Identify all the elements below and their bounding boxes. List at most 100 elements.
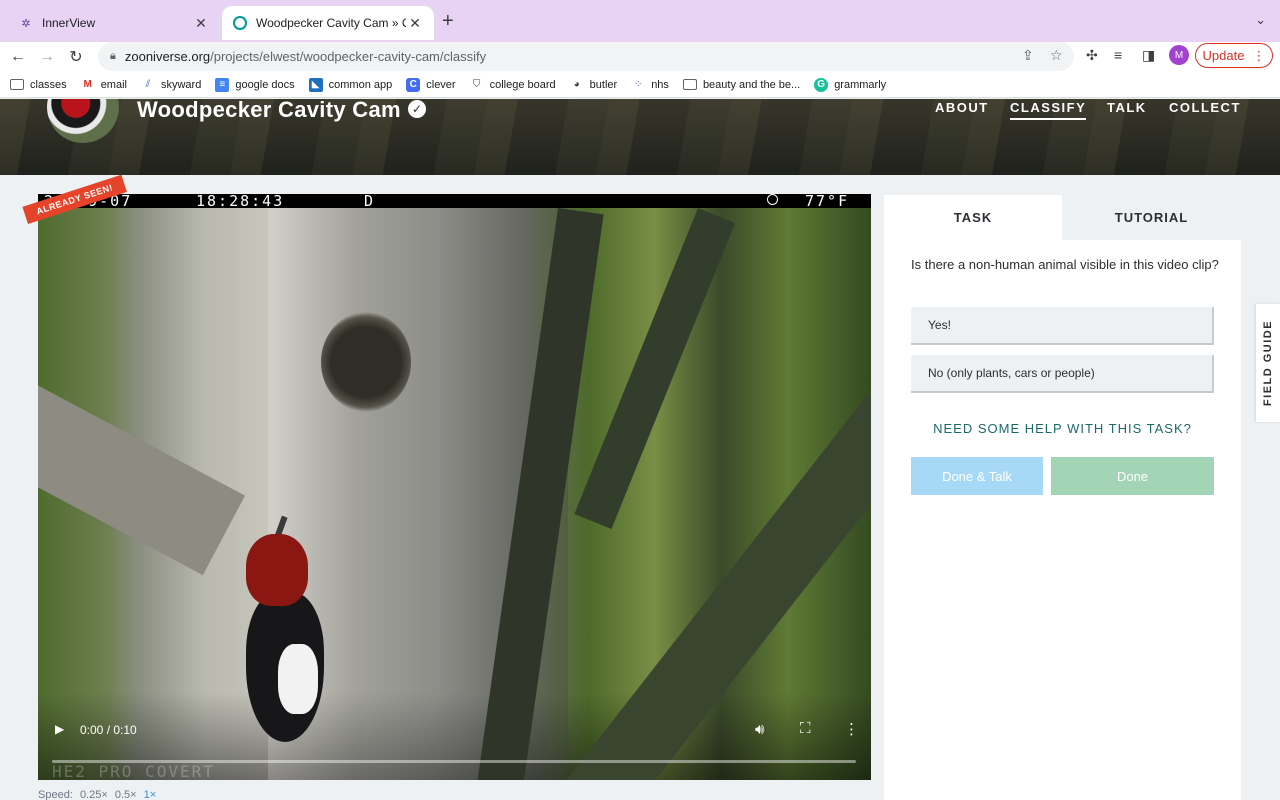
- close-tab-icon[interactable]: ✕: [192, 15, 210, 32]
- nav-classify[interactable]: CLASSIFY: [1010, 100, 1087, 120]
- bookmark-label: google docs: [235, 78, 295, 91]
- bookmark-label: college board: [489, 78, 556, 91]
- media-queue-icon[interactable]: ≡: [1114, 47, 1122, 63]
- profile-avatar[interactable]: M: [1169, 45, 1189, 65]
- bookmark-college-board[interactable]: ⛉ college board: [470, 78, 556, 92]
- video-frame: [38, 194, 871, 780]
- bookmark-label: nhs: [651, 78, 669, 91]
- task-help-link[interactable]: NEED SOME HELP WITH THIS TASK?: [884, 421, 1241, 436]
- bookmark-google-docs[interactable]: ≡ google docs: [215, 77, 295, 92]
- tab-innerview[interactable]: ✲ InnerView ✕: [8, 6, 220, 40]
- clever-icon: C: [406, 77, 421, 92]
- bookmark-classes[interactable]: classes: [10, 78, 67, 92]
- wooden-beam: [574, 208, 736, 529]
- answer-label: No (only plants, cars or people): [928, 366, 1095, 380]
- folder-icon: [682, 78, 697, 92]
- update-label: Update: [1202, 48, 1245, 63]
- bookmarks-bar: classes Memail ⫽ skyward ≡ google docs ◣ co…: [0, 72, 1280, 98]
- bookmark-nhs[interactable]: ⁘ nhs: [631, 78, 669, 92]
- bookmark-label: classes: [30, 78, 67, 91]
- bookmark-label: skyward: [160, 78, 202, 91]
- bookmark-star-icon[interactable]: ☆: [1050, 47, 1063, 64]
- camera-overlay: 20 09-07 18:28:43 D 77°F: [38, 194, 871, 210]
- gmail-icon: M: [83, 79, 92, 90]
- forward-arrow-icon[interactable]: →: [35, 45, 59, 69]
- common-app-icon: ◣: [308, 77, 323, 92]
- extensions-puzzle-icon[interactable]: ✣: [1086, 47, 1098, 64]
- close-tab-icon[interactable]: ✕: [406, 15, 424, 32]
- more-options-icon[interactable]: ⋮: [844, 720, 859, 738]
- task-question: Is there a non-human animal visible in t…: [911, 257, 1219, 272]
- lock-icon: 🔒︎: [110, 50, 116, 62]
- nav-about[interactable]: ABOUT: [935, 100, 989, 115]
- side-panel-icon[interactable]: ◨: [1142, 47, 1155, 64]
- tab-title: Woodpecker Cavity Cam » Cla: [256, 16, 406, 30]
- camera-temperature: 77°F: [805, 194, 850, 210]
- field-guide-tab[interactable]: FIELD GUIDE: [1256, 304, 1280, 422]
- speed-label: Speed:: [38, 789, 73, 800]
- verified-check-icon: ✓: [408, 100, 426, 118]
- answer-no[interactable]: No (only plants, cars or people): [911, 355, 1214, 393]
- folder-icon: [10, 78, 24, 92]
- share-icon[interactable]: ⇪: [1022, 47, 1034, 64]
- new-tab-button[interactable]: +: [442, 10, 454, 33]
- bookmark-label: email: [100, 78, 127, 91]
- task-panel: TASK TUTORIAL Is there a non-human anima…: [884, 195, 1241, 800]
- back-arrow-icon[interactable]: ←: [6, 45, 30, 69]
- play-icon[interactable]: ▶: [55, 722, 64, 736]
- skyward-icon: ⫽: [145, 79, 151, 90]
- update-button[interactable]: Update ⋮: [1195, 43, 1273, 68]
- volume-icon[interactable]: 🔊︎: [755, 721, 764, 738]
- speed-option-0-5[interactable]: 0.5×: [115, 789, 137, 800]
- tab-task[interactable]: TASK: [884, 195, 1062, 240]
- bookmark-clever[interactable]: Cclever: [406, 77, 456, 92]
- butler-icon: ◕: [573, 79, 580, 90]
- url-host: zooniverse.org: [124, 49, 211, 64]
- done-and-talk-button[interactable]: Done & Talk: [911, 457, 1043, 495]
- camera-flag: D: [364, 194, 376, 210]
- bookmark-beauty-and-the-beast[interactable]: beauty and the be...: [682, 78, 800, 92]
- grammarly-icon: G: [814, 77, 829, 92]
- bookmark-label: butler: [589, 78, 618, 91]
- bookmark-label: grammarly: [834, 78, 887, 91]
- bookmark-label: common app: [328, 78, 393, 91]
- speed-option-1[interactable]: 1×: [144, 789, 157, 800]
- browser-tab-strip: ✲ InnerView ✕ Woodpecker Cavity Cam » Cl…: [0, 0, 1280, 42]
- nav-collect[interactable]: COLLECT: [1169, 100, 1241, 115]
- zooniverse-icon: [232, 15, 248, 31]
- nhs-icon: ⁘: [633, 79, 643, 90]
- playback-speed: Speed: 0.25× 0.5× 1×: [38, 789, 156, 800]
- nest-cavity: [321, 312, 411, 412]
- google-docs-icon: ≡: [215, 77, 230, 92]
- browser-toolbar: ← → ↻ 🔒︎ zooniverse.org/projects/elwest/…: [0, 42, 1280, 72]
- subject-video-player[interactable]: 20 09-07 18:28:43 D 77°F HE2 PRO COVERT …: [38, 194, 871, 780]
- tab-woodpecker-cavity-cam[interactable]: Woodpecker Cavity Cam » Cla ✕: [222, 6, 434, 40]
- nav-talk[interactable]: TALK: [1107, 100, 1147, 115]
- camera-time: 18:28:43: [196, 194, 285, 210]
- tab-title: InnerView: [42, 16, 96, 30]
- bookmark-grammarly[interactable]: Ggrammarly: [814, 77, 887, 92]
- fullscreen-icon[interactable]: ⛶: [800, 720, 811, 737]
- innerview-icon: ✲: [21, 17, 31, 30]
- project-title[interactable]: Woodpecker Cavity Cam: [137, 99, 401, 123]
- college-board-icon: ⛉: [472, 79, 481, 90]
- address-bar[interactable]: 🔒︎ zooniverse.org/projects/elwest/woodpe…: [98, 42, 1074, 71]
- tab-tutorial[interactable]: TUTORIAL: [1062, 195, 1241, 240]
- video-controls: ▶ 0:00 / 0:10 🔊︎ ⛶ ⋮: [38, 710, 871, 780]
- bookmark-butler[interactable]: ◕ butler: [570, 78, 618, 92]
- speed-option-0-25[interactable]: 0.25×: [80, 789, 108, 800]
- field-guide-label: FIELD GUIDE: [1262, 319, 1275, 407]
- reload-icon[interactable]: ↻: [64, 45, 88, 69]
- bookmark-skyward[interactable]: ⫽ skyward: [141, 78, 202, 92]
- bookmark-label: clever: [426, 78, 456, 91]
- video-progress-bar[interactable]: [52, 760, 856, 763]
- url-path: /projects/elwest/woodpecker-cavity-cam/c…: [210, 49, 487, 64]
- bookmark-common-app[interactable]: ◣ common app: [308, 77, 393, 92]
- bookmark-email[interactable]: Memail: [81, 78, 127, 92]
- time-display: 0:00 / 0:10: [80, 723, 137, 737]
- answer-yes[interactable]: Yes!: [911, 307, 1214, 345]
- project-avatar[interactable]: [47, 99, 119, 143]
- tab-search-chevron-icon[interactable]: ⌄: [1255, 12, 1266, 28]
- answer-label: Yes!: [928, 318, 951, 332]
- done-button[interactable]: Done: [1051, 457, 1214, 495]
